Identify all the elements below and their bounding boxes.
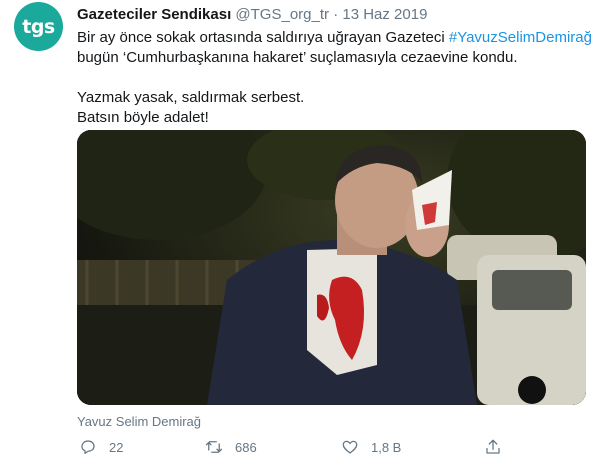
- photo-credit[interactable]: Yavuz Selim Demirağ: [77, 414, 201, 429]
- share-button[interactable]: [484, 438, 502, 456]
- heart-icon: [342, 440, 358, 454]
- retweet-count: 686: [235, 439, 257, 455]
- tweet-photo[interactable]: [77, 130, 586, 405]
- like-count: 1,8 B: [371, 439, 402, 455]
- avatar[interactable]: tgs: [14, 2, 63, 51]
- tweet-text: Bir ay önce sokak ortasında saldırıya uğ…: [77, 28, 597, 128]
- reply-count: 22: [109, 439, 124, 455]
- avatar-logo-text: tgs: [22, 15, 55, 38]
- tweet-date[interactable]: 13 Haz 2019: [342, 6, 427, 23]
- author-name[interactable]: Gazeteciler Sendikası: [77, 6, 231, 23]
- tweet-text-line-2: bugün ‘Cumhurbaşkanına hakaret’ suçlamas…: [77, 49, 518, 66]
- tweet-header: Gazeteciler Sendikası @TGS_org_tr · 13 H…: [77, 5, 427, 24]
- tweet-actions: 22 686 1,8 B: [77, 438, 597, 462]
- like-button[interactable]: 1,8 B: [341, 438, 401, 456]
- tweet: tgs Gazeteciler Sendikası @TGS_org_tr · …: [0, 0, 611, 468]
- reply-button[interactable]: 22: [79, 438, 123, 456]
- reply-icon: [81, 440, 95, 455]
- author-handle[interactable]: @TGS_org_tr: [235, 6, 329, 23]
- share-icon: [486, 439, 500, 454]
- photo-image: [77, 130, 586, 405]
- retweet-button[interactable]: 686: [205, 438, 257, 456]
- hashtag-link[interactable]: #YavuzSelimDemirağ: [449, 29, 592, 46]
- header-separator: ·: [333, 6, 339, 23]
- tweet-text-line-4: Batsın böyle adalet!: [77, 109, 209, 126]
- retweet-icon: [205, 441, 223, 453]
- tweet-text-line-1-text: Bir ay önce sokak ortasında saldırıya uğ…: [77, 29, 449, 46]
- tweet-text-line-1: Bir ay önce sokak ortasında saldırıya uğ…: [77, 28, 597, 48]
- tweet-text-line-3: Yazmak yasak, saldırmak serbest.: [77, 89, 305, 106]
